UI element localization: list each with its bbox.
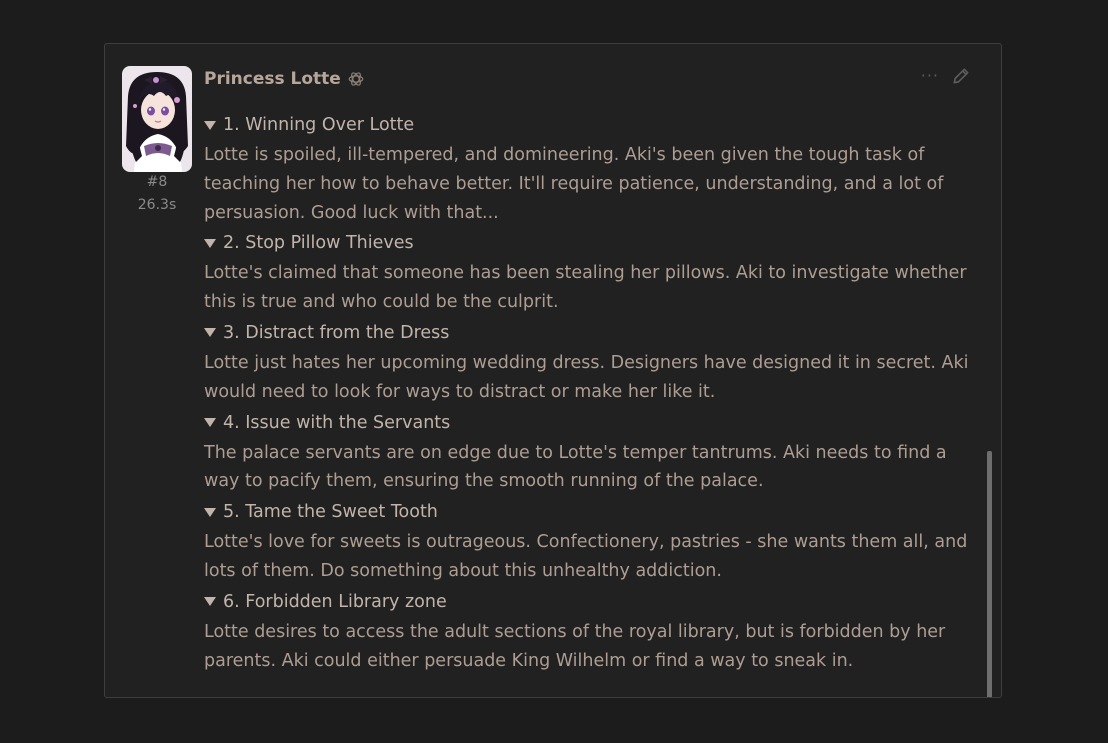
quest-item-title: 2. Stop Pillow Thieves <box>223 233 414 254</box>
message-actions: ··· <box>921 66 971 86</box>
character-name: Princess Lotte <box>204 69 341 89</box>
quest-item-title: 1. Winning Over Lotte <box>223 115 415 135</box>
triangle-down-icon <box>204 418 216 428</box>
scrollbar[interactable] <box>987 451 992 697</box>
triangle-down-icon <box>204 507 216 517</box>
pencil-edit-icon[interactable] <box>951 66 971 86</box>
triangle-down-icon <box>204 597 216 607</box>
quest-item-body: Lotte just hates her upcoming wedding dr… <box>204 352 969 402</box>
quest-item-body: Lotte is spoiled, ill-tempered, and domi… <box>204 145 944 223</box>
message-header: Princess Lotte <box>204 67 365 91</box>
quest-item-summary[interactable]: 1. Winning Over Lotte <box>204 110 974 140</box>
quest-item-title: 4. Issue with the Servants <box>223 412 451 433</box>
quest-item-summary[interactable]: 2. Stop Pillow Thieves <box>204 228 974 258</box>
quest-item-title: 3. Distract from the Dress <box>223 322 450 343</box>
quest-item-body: The palace servants are on edge due to L… <box>204 442 947 492</box>
quest-item: 3. Distract from the Dress Lotte just ha… <box>204 318 974 408</box>
quest-item-body: Lotte's claimed that someone has been st… <box>204 263 967 313</box>
quest-item: 2. Stop Pillow Thieves Lotte's claimed t… <box>204 228 974 318</box>
generation-time: 26.3s <box>137 197 177 213</box>
quest-item-summary[interactable]: 4. Issue with the Servants <box>204 408 974 438</box>
quest-item-body: Lotte desires to access the adult sectio… <box>204 621 946 671</box>
avatar[interactable] <box>122 66 192 172</box>
message-number: #8 <box>146 174 168 190</box>
quest-item: 1. Winning Over Lotte Lotte is spoiled, … <box>204 110 974 228</box>
triangle-down-icon <box>204 120 216 130</box>
quest-item: 6. Forbidden Library zone Lotte desires … <box>204 587 974 677</box>
message-content: 1. Winning Over Lotte Lotte is spoiled, … <box>204 110 974 676</box>
quest-item-body: Lotte's love for sweets is outrageous. C… <box>204 532 968 581</box>
quest-item-summary[interactable]: 6. Forbidden Library zone <box>204 587 974 617</box>
chat-message: #8 26.3s Princess Lotte ··· 1. Winning O… <box>104 43 1002 698</box>
quest-item: 5. Tame the Sweet Tooth Lotte's love for… <box>204 497 974 587</box>
triangle-down-icon <box>204 238 216 248</box>
triangle-down-icon <box>204 328 216 338</box>
quest-item-summary[interactable]: 5. Tame the Sweet Tooth <box>204 497 974 527</box>
quest-item-summary[interactable]: 3. Distract from the Dress <box>204 318 974 348</box>
quest-item-title: 6. Forbidden Library zone <box>223 591 447 612</box>
openai-logo-icon <box>347 70 365 88</box>
quest-item: 4. Issue with the Servants The palace se… <box>204 408 974 498</box>
more-options-icon[interactable]: ··· <box>921 68 939 84</box>
quest-item-title: 5. Tame the Sweet Tooth <box>223 502 438 523</box>
